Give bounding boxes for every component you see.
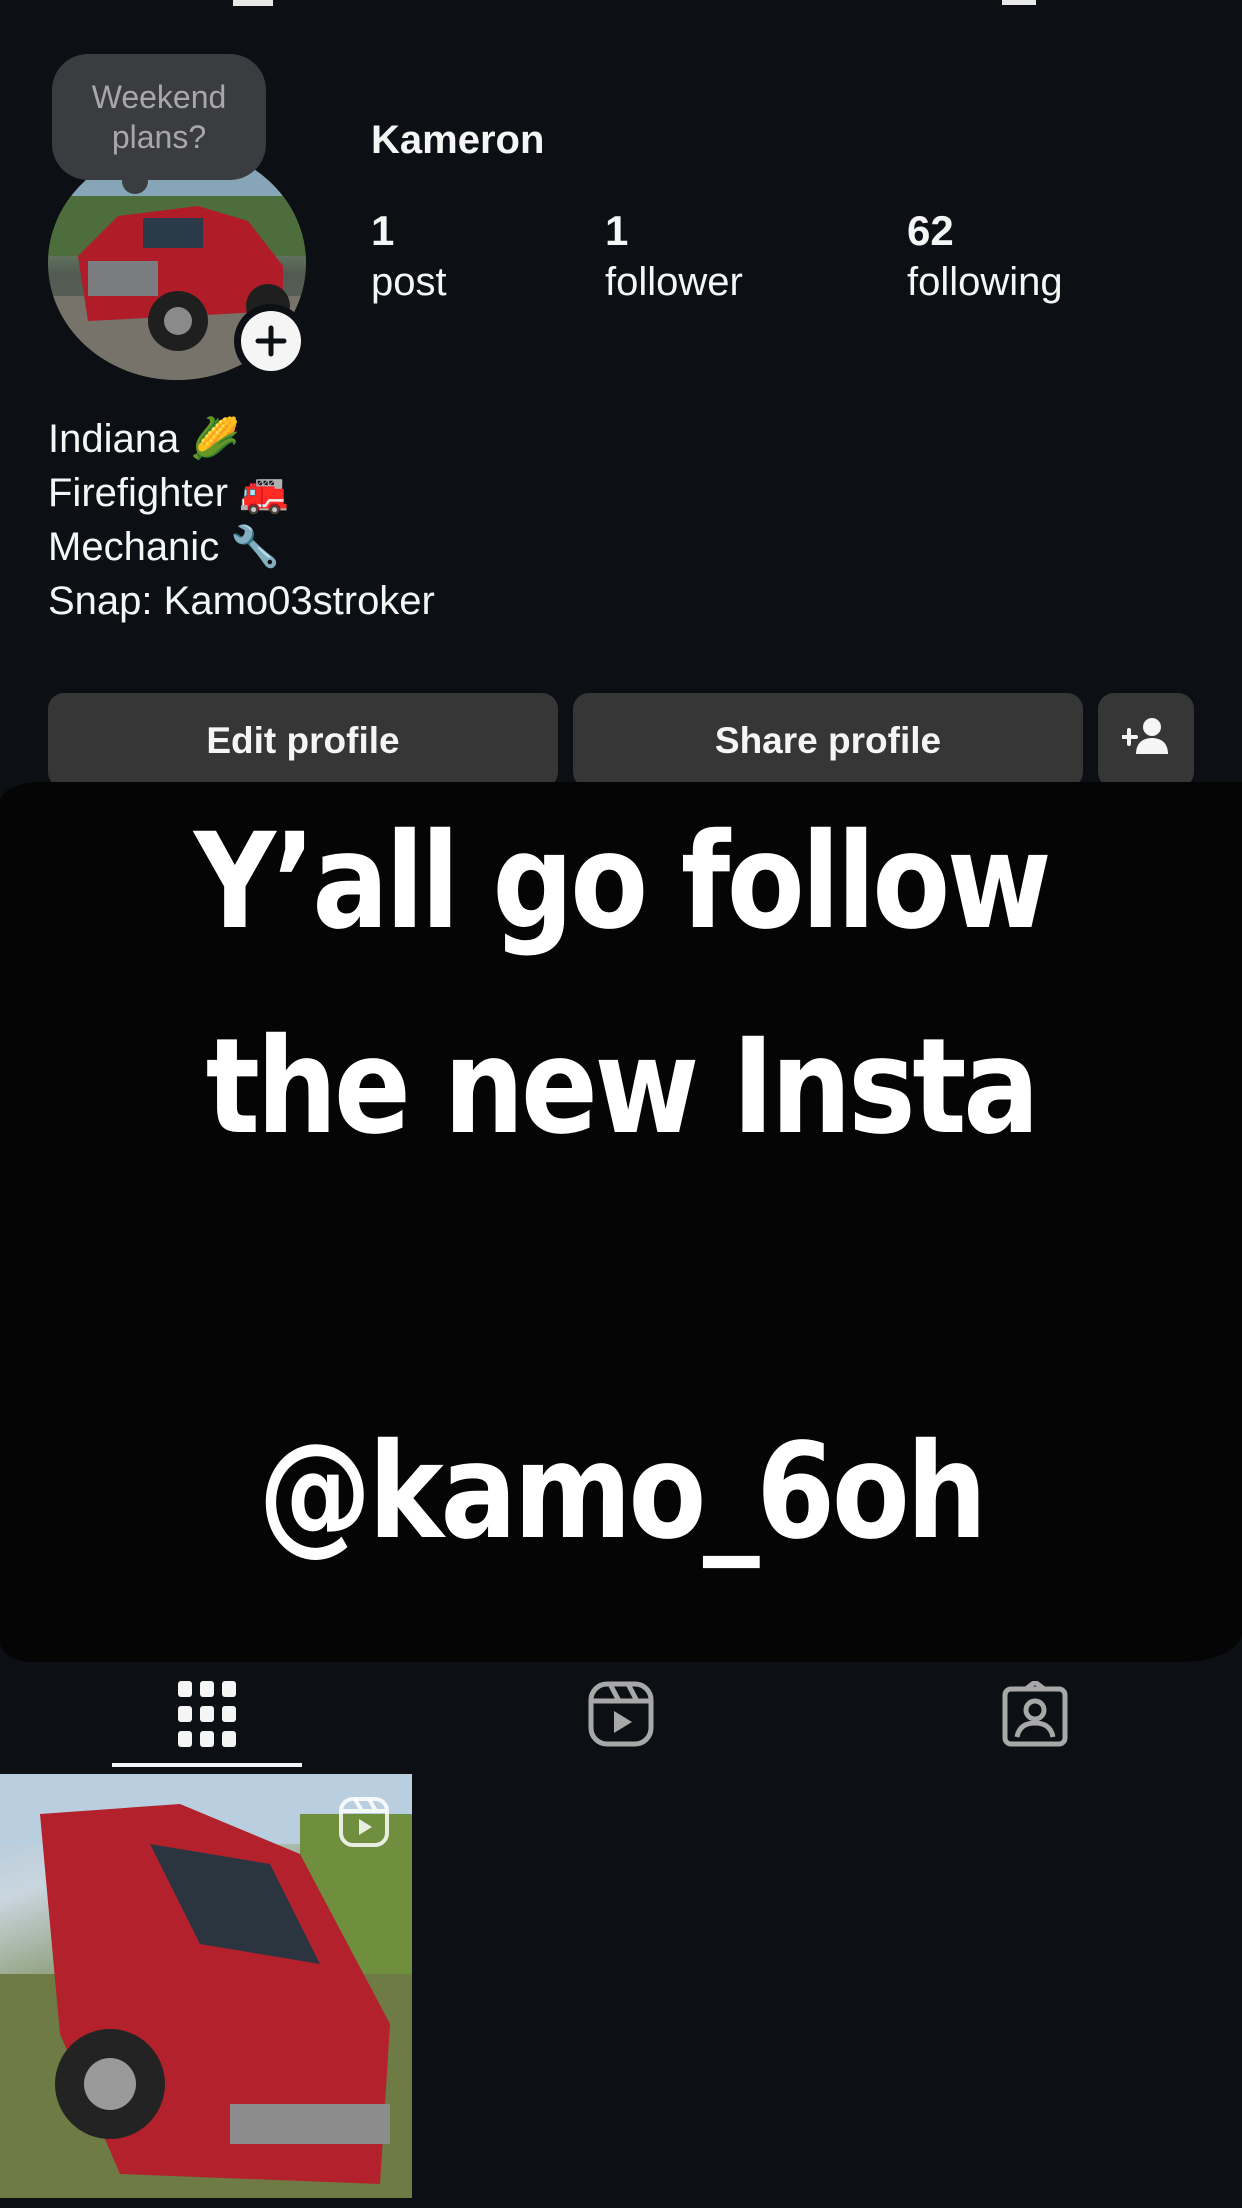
note-text: Weekend plans? xyxy=(91,79,227,155)
tagged-icon xyxy=(1002,1678,1068,1752)
person-add-icon xyxy=(1120,716,1170,765)
stat-followers[interactable]: 1 follower xyxy=(605,205,743,307)
plus-icon xyxy=(241,311,301,371)
stat-posts-value: 1 xyxy=(371,207,395,254)
edit-profile-button[interactable]: Edit profile xyxy=(48,693,558,788)
status-bar-fragment-right xyxy=(1002,0,1036,5)
bio-line: Snap: Kamo03stroker xyxy=(48,579,435,623)
stat-posts[interactable]: 1 post xyxy=(371,205,447,307)
stat-followers-label: follower xyxy=(605,260,743,304)
promo-handle: @kamo_6oh xyxy=(258,1415,987,1569)
note-bubble[interactable]: Weekend plans? xyxy=(52,54,266,194)
stat-followers-value: 1 xyxy=(605,207,629,254)
discover-people-button[interactable] xyxy=(1098,693,1194,788)
active-tab-indicator xyxy=(112,1763,302,1767)
stat-following[interactable]: 62 following xyxy=(907,205,1063,307)
status-bar-fragment-left xyxy=(233,0,273,6)
promo-text-line2: the new Insta xyxy=(205,1010,1040,1164)
reels-icon xyxy=(588,1681,654,1752)
grid-icon xyxy=(178,1680,236,1752)
bio-line: Mechanic 🔧 xyxy=(48,525,281,569)
share-profile-button[interactable]: Share profile xyxy=(573,693,1083,788)
promo-text-line1: Y’all go follow xyxy=(193,805,1052,959)
reel-badge-icon xyxy=(338,1796,390,1848)
add-story-button[interactable] xyxy=(234,304,308,378)
stat-following-label: following xyxy=(907,260,1063,304)
stat-posts-label: post xyxy=(371,260,447,304)
bio-line: Firefighter 🚒 xyxy=(48,471,289,515)
profile-username: Kameron xyxy=(371,118,545,162)
stat-following-value: 62 xyxy=(907,207,954,254)
tab-posts-grid[interactable] xyxy=(0,1668,414,1764)
tab-reels[interactable] xyxy=(414,1668,828,1764)
profile-bio: Indiana 🌽 Firefighter 🚒 Mechanic 🔧 Snap:… xyxy=(48,412,435,628)
bio-line: Indiana 🌽 xyxy=(48,417,241,461)
tab-tagged[interactable] xyxy=(828,1668,1242,1764)
